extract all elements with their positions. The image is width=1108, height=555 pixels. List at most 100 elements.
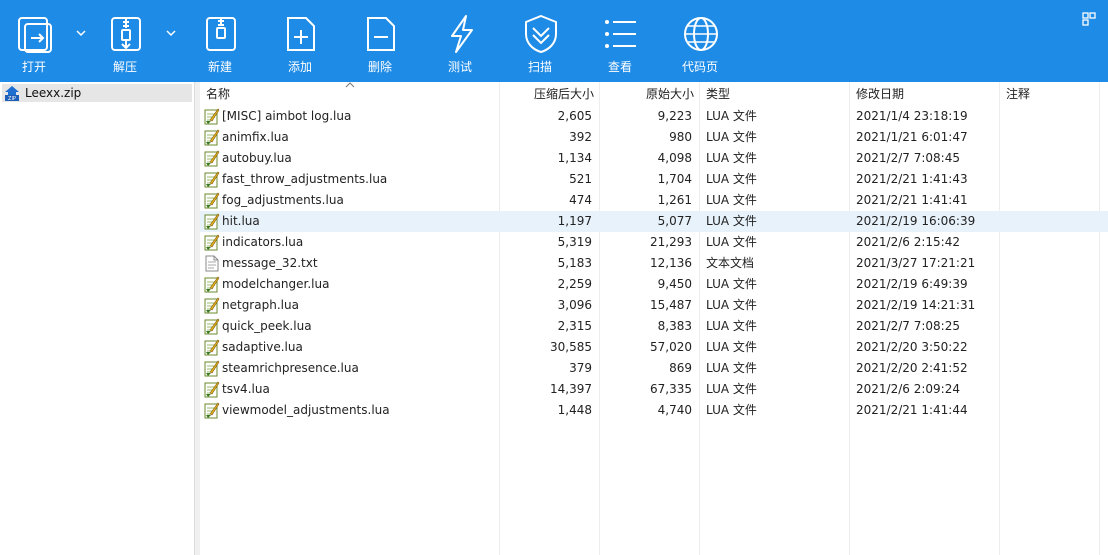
new-archive-icon xyxy=(206,17,236,51)
codepage-button[interactable]: 代码页 xyxy=(668,0,732,82)
packed-size: 1,448 xyxy=(557,403,592,417)
modified-date: 2021/2/21 1:41:41 xyxy=(856,193,968,207)
original-size: 15,487 xyxy=(650,298,692,312)
packed-size: 3,096 xyxy=(557,298,592,312)
scan-button[interactable]: 扫描 xyxy=(508,0,572,82)
text-file-icon xyxy=(205,255,219,272)
file-name: fast_throw_adjustments.lua xyxy=(222,172,388,186)
header-modified[interactable]: 修改日期 xyxy=(856,82,904,104)
packed-size: 5,183 xyxy=(557,256,592,270)
modified-date: 2021/2/20 3:50:22 xyxy=(856,340,968,354)
lua-file-icon xyxy=(204,171,220,188)
packed-size: 14,397 xyxy=(550,382,592,396)
header-packed-size[interactable]: 压缩后大小 xyxy=(500,82,594,104)
file-type: LUA 文件 xyxy=(706,382,757,396)
file-type: LUA 文件 xyxy=(706,109,757,123)
lua-file-icon xyxy=(204,234,220,251)
file-name: tsv4.lua xyxy=(222,382,270,396)
delete-button[interactable]: 删除 xyxy=(348,0,412,82)
open-label: 打开 xyxy=(21,60,46,74)
lua-file-icon xyxy=(204,276,220,293)
toolbar: 打开 解压 新建 添加 删除 测试 扫描 查看 代码页 xyxy=(0,0,1108,82)
codepage-label: 代码页 xyxy=(681,60,718,74)
table-row[interactable]: fast_throw_adjustments.lua 521 1,704 LUA 文件… xyxy=(200,169,1108,190)
header-original-size[interactable]: 原始大小 xyxy=(600,82,694,104)
file-type: LUA 文件 xyxy=(706,235,757,249)
packed-size: 2,605 xyxy=(557,109,592,123)
packed-size: 1,134 xyxy=(557,151,592,165)
original-size: 9,450 xyxy=(657,277,692,291)
file-type: LUA 文件 xyxy=(706,298,757,312)
modified-date: 2021/3/27 17:21:21 xyxy=(856,256,976,270)
table-row[interactable]: steamrichpresence.lua 379 869 LUA 文件 2021/2/… xyxy=(200,358,1108,379)
new-archive-label: 新建 xyxy=(207,60,232,74)
header-name[interactable]: 名称 xyxy=(206,82,230,104)
view-label: 查看 xyxy=(607,60,632,74)
table-row[interactable]: message_32.txt 5,183 12,136 文本文档 2021/3/27 1… xyxy=(200,253,1108,274)
lua-file-icon xyxy=(204,297,220,314)
file-name: netgraph.lua xyxy=(222,298,299,312)
original-size: 67,335 xyxy=(650,382,692,396)
lua-file-icon xyxy=(204,318,220,335)
modified-date: 2021/2/19 14:21:31 xyxy=(856,298,976,312)
table-row[interactable]: quick_peek.lua 2,315 8,383 LUA 文件 2021/2/7 7… xyxy=(200,316,1108,337)
original-size: 4,740 xyxy=(657,403,692,417)
packed-size: 2,315 xyxy=(557,319,592,333)
table-row[interactable]: sadaptive.lua 30,585 57,020 LUA 文件 2021/2/20… xyxy=(200,337,1108,358)
add-file-icon xyxy=(287,17,315,51)
table-row[interactable]: indicators.lua 5,319 21,293 LUA 文件 2021/2/6 … xyxy=(200,232,1108,253)
modified-date: 2021/2/19 6:49:39 xyxy=(856,277,968,291)
table-row[interactable]: hit.lua 1,197 5,077 LUA 文件 2021/2/19 16:06:3… xyxy=(200,211,1108,232)
test-label: 测试 xyxy=(447,60,472,74)
layout-grid-icon[interactable] xyxy=(1082,12,1096,26)
table-row[interactable]: viewmodel_adjustments.lua 1,448 4,740 LUA 文… xyxy=(200,400,1108,421)
table-row[interactable]: tsv4.lua 14,397 67,335 LUA 文件 2021/2/6 2:09:… xyxy=(200,379,1108,400)
tree-item-archive[interactable]: ZIP Leexx.zip xyxy=(2,84,192,102)
header-comment[interactable]: 注释 xyxy=(1006,82,1030,104)
view-list-icon xyxy=(605,20,636,48)
test-lightning-icon xyxy=(451,15,473,53)
delete-label: 删除 xyxy=(367,60,392,74)
modified-date: 2021/2/21 1:41:44 xyxy=(856,403,968,417)
modified-date: 2021/2/7 7:08:45 xyxy=(856,151,960,165)
table-row[interactable]: autobuy.lua 1,134 4,098 LUA 文件 2021/2/7 7:08… xyxy=(200,148,1108,169)
table-row[interactable]: modelchanger.lua 2,259 9,450 LUA 文件 2021/2/1… xyxy=(200,274,1108,295)
test-button[interactable]: 测试 xyxy=(428,0,492,82)
packed-size: 521 xyxy=(569,172,592,186)
lua-file-icon xyxy=(204,360,220,377)
open-button[interactable]: 打开 xyxy=(2,0,66,82)
file-name: animfix.lua xyxy=(222,130,289,144)
file-name: viewmodel_adjustments.lua xyxy=(222,403,390,417)
original-size: 9,223 xyxy=(657,109,692,123)
table-row[interactable]: netgraph.lua 3,096 15,487 LUA 文件 2021/2/19 1… xyxy=(200,295,1108,316)
modified-date: 2021/2/6 2:09:24 xyxy=(856,382,960,396)
chevron-down-icon xyxy=(166,30,176,37)
original-size: 1,704 xyxy=(657,172,692,186)
modified-date: 2021/2/19 16:06:39 xyxy=(856,214,976,228)
table-row[interactable]: animfix.lua 392 980 LUA 文件 2021/1/21 6:01:47 xyxy=(200,127,1108,148)
view-button[interactable]: 查看 xyxy=(588,0,652,82)
original-size: 57,020 xyxy=(650,340,692,354)
table-row[interactable]: fog_adjustments.lua 474 1,261 LUA 文件 2021/2/… xyxy=(200,190,1108,211)
new-archive-button[interactable]: 新建 xyxy=(188,0,252,82)
file-name: quick_peek.lua xyxy=(222,319,312,333)
header-type[interactable]: 类型 xyxy=(706,82,730,104)
original-size: 8,383 xyxy=(657,319,692,333)
extract-dropdown-arrow[interactable] xyxy=(164,26,178,40)
packed-size: 5,319 xyxy=(557,235,592,249)
extract-button[interactable]: 解压 xyxy=(93,0,157,82)
file-type: LUA 文件 xyxy=(706,319,757,333)
file-name: message_32.txt xyxy=(222,256,318,270)
add-button[interactable]: 添加 xyxy=(268,0,332,82)
original-size: 21,293 xyxy=(650,235,692,249)
file-name: fog_adjustments.lua xyxy=(222,193,344,207)
open-dropdown-arrow[interactable] xyxy=(74,26,88,40)
extract-icon xyxy=(111,17,141,51)
lua-file-icon xyxy=(204,381,220,398)
codepage-globe-icon xyxy=(684,17,718,51)
delete-file-icon xyxy=(367,17,395,51)
lua-file-icon xyxy=(204,402,220,419)
table-row[interactable]: [MISC] aimbot log.lua 2,605 9,223 LUA 文件 202… xyxy=(200,106,1108,127)
file-name: modelchanger.lua xyxy=(222,277,330,291)
packed-size: 1,197 xyxy=(557,214,592,228)
